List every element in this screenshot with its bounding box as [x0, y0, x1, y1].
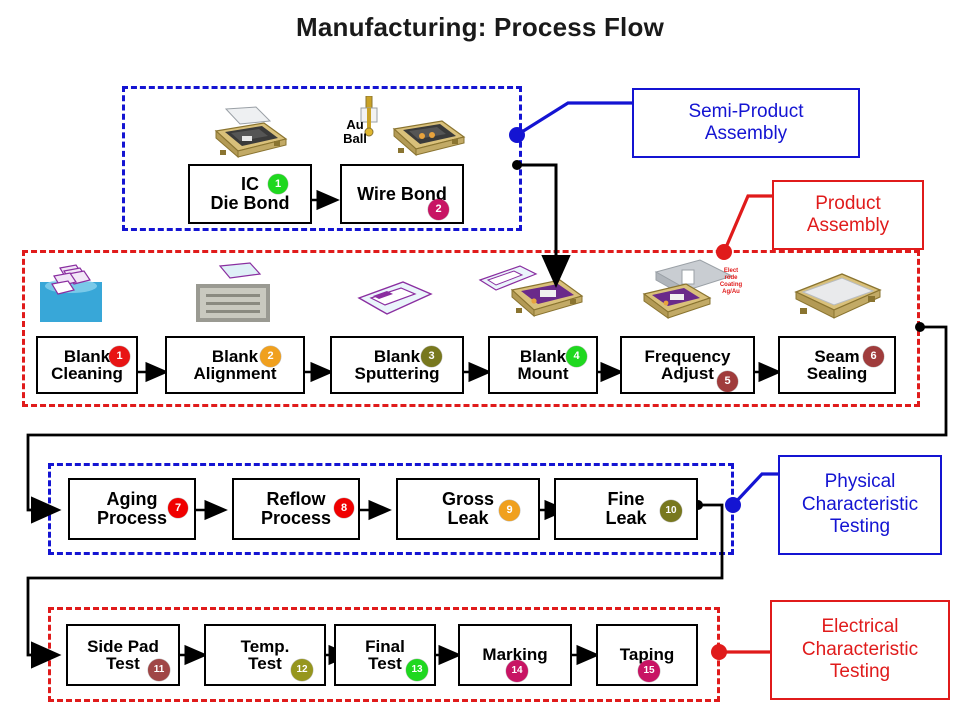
- callout-product-assembly[interactable]: Product Assembly: [772, 180, 924, 250]
- callout-line1: Product: [815, 192, 881, 214]
- callout-electrical-characteristic-testing[interactable]: Electrical Characteristic Testing: [770, 600, 950, 700]
- callout-line3: Testing: [829, 516, 891, 538]
- callout-line1: Physical: [824, 471, 896, 493]
- callout-line2: Characteristic: [801, 493, 919, 515]
- callout-line2: Assembly: [806, 215, 890, 236]
- callout-line3: Testing: [829, 661, 891, 683]
- callout-line2: Characteristic: [801, 638, 919, 660]
- callout-line1: Semi-Product: [688, 100, 804, 122]
- process-flow-diagram: Manufacturing: Process Flow Au Ball Elec…: [0, 0, 960, 720]
- callout-semi-product-assembly[interactable]: Semi-Product Assembly: [632, 88, 860, 158]
- callout-line2: Assembly: [704, 123, 788, 144]
- callout-line1: Electrical: [821, 616, 899, 638]
- callout-physical-characteristic-testing[interactable]: Physical Characteristic Testing: [778, 455, 942, 555]
